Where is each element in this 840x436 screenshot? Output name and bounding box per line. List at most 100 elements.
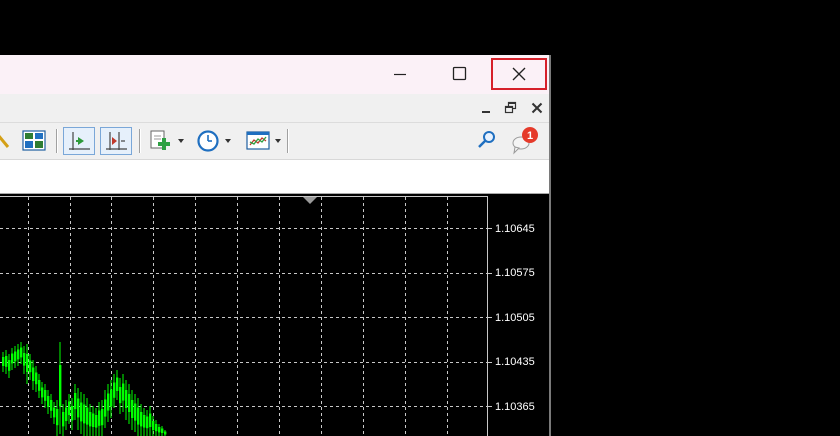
restore-icon	[504, 101, 517, 114]
candle-body	[146, 416, 149, 429]
price-chart[interactable]: 1.10645 1.10575 1.10505 1.10435 1.10365	[0, 194, 551, 436]
candle-body	[23, 353, 26, 366]
close-icon	[512, 67, 526, 81]
candle-body	[161, 428, 164, 433]
candle-body	[56, 409, 59, 426]
candle-body	[26, 354, 29, 372]
auto-scroll-button[interactable]	[63, 127, 95, 155]
toolbar-lower-strip	[0, 159, 551, 194]
candle-body	[158, 427, 161, 433]
candle-body	[83, 404, 86, 424]
templates-icon	[246, 131, 281, 150]
candle-body	[80, 402, 83, 422]
title-bar	[0, 55, 551, 94]
candle-body	[8, 360, 11, 371]
candle-body	[44, 390, 47, 401]
candle-body	[65, 407, 68, 421]
candle-body	[119, 387, 122, 404]
candle-body	[17, 349, 20, 360]
notifications-icon: 1	[512, 127, 538, 155]
candle-body	[47, 396, 50, 407]
candle-body	[122, 383, 125, 401]
tile-windows-button[interactable]	[21, 127, 47, 155]
periods-button[interactable]	[195, 127, 235, 155]
notifications-button[interactable]: 1	[509, 127, 545, 155]
candle-body	[89, 412, 92, 427]
close-button[interactable]	[491, 58, 547, 90]
candle-body	[155, 424, 158, 432]
candle-body	[29, 360, 32, 373]
close-icon	[531, 102, 543, 114]
minimize-icon	[394, 73, 406, 76]
candle-body	[131, 400, 134, 418]
candle-body	[38, 380, 41, 391]
candle-body	[14, 351, 17, 362]
mdi-control-bar	[0, 94, 551, 123]
price-axis-label: 1.10365	[495, 401, 535, 413]
indicators-button[interactable]	[148, 127, 188, 155]
candle-body	[11, 353, 14, 364]
candle-body	[77, 398, 80, 418]
toolbar: 1	[0, 123, 551, 159]
candle-body	[59, 365, 62, 407]
notification-count: 1	[527, 130, 533, 142]
candle-body	[53, 407, 56, 418]
search-icon	[478, 131, 495, 148]
candle-body	[2, 357, 5, 366]
chart-shift-icon	[106, 132, 127, 150]
candle-body	[143, 415, 146, 428]
candle-body	[62, 412, 65, 427]
chart-canvas	[0, 196, 492, 436]
candle-body	[92, 413, 95, 427]
candle-body	[110, 389, 113, 407]
zoom-button[interactable]	[0, 127, 12, 155]
candle-body	[107, 393, 110, 411]
auto-scroll-icon	[69, 132, 90, 150]
price-axis-label: 1.10645	[495, 223, 535, 235]
candle-body	[152, 421, 155, 430]
chart-shift-button[interactable]	[100, 127, 132, 155]
window-border	[549, 55, 551, 436]
price-axis-label: 1.10505	[495, 312, 535, 324]
child-minimize-button[interactable]	[477, 99, 495, 117]
candle-body	[5, 356, 8, 367]
maximize-icon	[452, 66, 467, 81]
candle-body	[113, 382, 116, 398]
toolbar-separator	[287, 129, 289, 153]
candle-body	[137, 407, 140, 425]
candle-body	[128, 394, 131, 412]
toolbar-separator	[139, 129, 141, 153]
minimize-icon	[482, 111, 490, 113]
chart-shift-marker	[303, 197, 317, 204]
price-axis-label: 1.10435	[495, 356, 535, 368]
terminal-window: 1 1.10645 1.10575 1.10505 1.10435 1.1036…	[0, 55, 551, 436]
candle-body	[68, 401, 71, 415]
candle-body	[74, 393, 77, 410]
templates-button[interactable]	[245, 127, 285, 155]
indicators-icon	[150, 130, 184, 150]
candle-body	[116, 377, 119, 391]
price-axis-label: 1.10575	[495, 267, 535, 279]
candle-body	[86, 407, 89, 425]
clock-icon	[197, 130, 231, 152]
child-close-button[interactable]	[528, 99, 546, 117]
candle-body	[134, 403, 137, 421]
candle-body	[50, 400, 53, 411]
search-button[interactable]	[476, 127, 498, 155]
candle-body	[164, 431, 167, 435]
candle-body	[125, 390, 128, 408]
candle-body	[41, 387, 44, 398]
candle-body	[32, 367, 35, 381]
candle-body	[104, 399, 107, 417]
candle-body	[95, 415, 98, 428]
candle-body	[35, 372, 38, 385]
maximize-button[interactable]	[436, 55, 482, 94]
candle-body	[98, 410, 101, 426]
toolbar-separator	[56, 129, 58, 153]
minimize-button[interactable]	[377, 55, 423, 94]
candle-body	[71, 406, 74, 421]
candle-body	[20, 347, 23, 358]
candle-body	[101, 409, 104, 426]
candle-body	[149, 413, 152, 427]
child-restore-button[interactable]	[502, 99, 520, 117]
